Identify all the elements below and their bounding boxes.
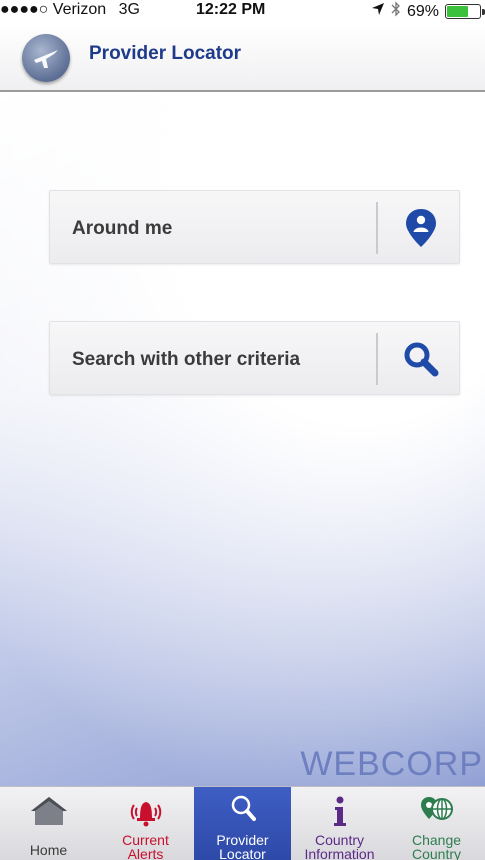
home-icon	[29, 793, 69, 829]
around-me-button[interactable]: Around me	[49, 190, 460, 264]
app-header: Provider Locator	[0, 22, 485, 92]
bluetooth-icon	[391, 1, 401, 22]
status-time: 12:22 PM	[196, 1, 266, 18]
tab-country-information[interactable]: Country Information	[291, 787, 388, 860]
tab-country-information-label: Country Information	[304, 832, 375, 860]
app-logo-icon[interactable]	[22, 34, 70, 82]
search-icon	[398, 336, 444, 382]
around-me-label: Around me	[72, 218, 173, 239]
battery-percent: 69%	[406, 2, 439, 20]
watermark-logo: WEBCORP	[300, 745, 483, 783]
status-carrier: ●●●●○ Verizon 3G	[0, 1, 140, 19]
tab-change-country-label: Change Country	[411, 832, 462, 860]
signal-strength: ●●●●○	[0, 1, 49, 18]
card-divider	[376, 202, 378, 254]
alert-bell-icon	[126, 793, 166, 829]
tab-provider-locator[interactable]: Provider Locator	[194, 787, 291, 860]
main-content: Around me Search with other criteria WEB…	[0, 94, 485, 786]
tab-current-alerts-label: Current Alerts	[122, 832, 169, 860]
location-pin-icon	[398, 205, 444, 251]
tab-current-alerts[interactable]: Current Alerts	[97, 787, 194, 860]
carrier-name: Verizon	[52, 1, 107, 18]
network-type: 3G	[118, 1, 140, 18]
page-title: Provider Locator	[89, 43, 242, 64]
tab-provider-locator-label: Provider Locator	[216, 832, 269, 860]
search-criteria-button[interactable]: Search with other criteria	[49, 321, 460, 395]
battery-icon	[445, 4, 485, 19]
status-indicators: 69%	[371, 1, 485, 22]
info-icon	[320, 793, 360, 829]
battery-level	[447, 6, 468, 17]
tab-bar: Home Current Alerts Provider Locator Cou…	[0, 786, 485, 860]
card-divider	[376, 333, 378, 385]
tab-home-label: Home	[29, 842, 68, 858]
tab-change-country[interactable]: Change Country	[388, 787, 485, 860]
search-criteria-label: Search with other criteria	[72, 349, 301, 370]
tab-home[interactable]: Home	[0, 787, 97, 860]
location-arrow-icon	[371, 2, 385, 21]
search-icon	[223, 793, 263, 829]
status-bar: ●●●●○ Verizon 3G 12:22 PM 69%	[0, 0, 485, 22]
globe-pin-icon	[417, 793, 457, 829]
